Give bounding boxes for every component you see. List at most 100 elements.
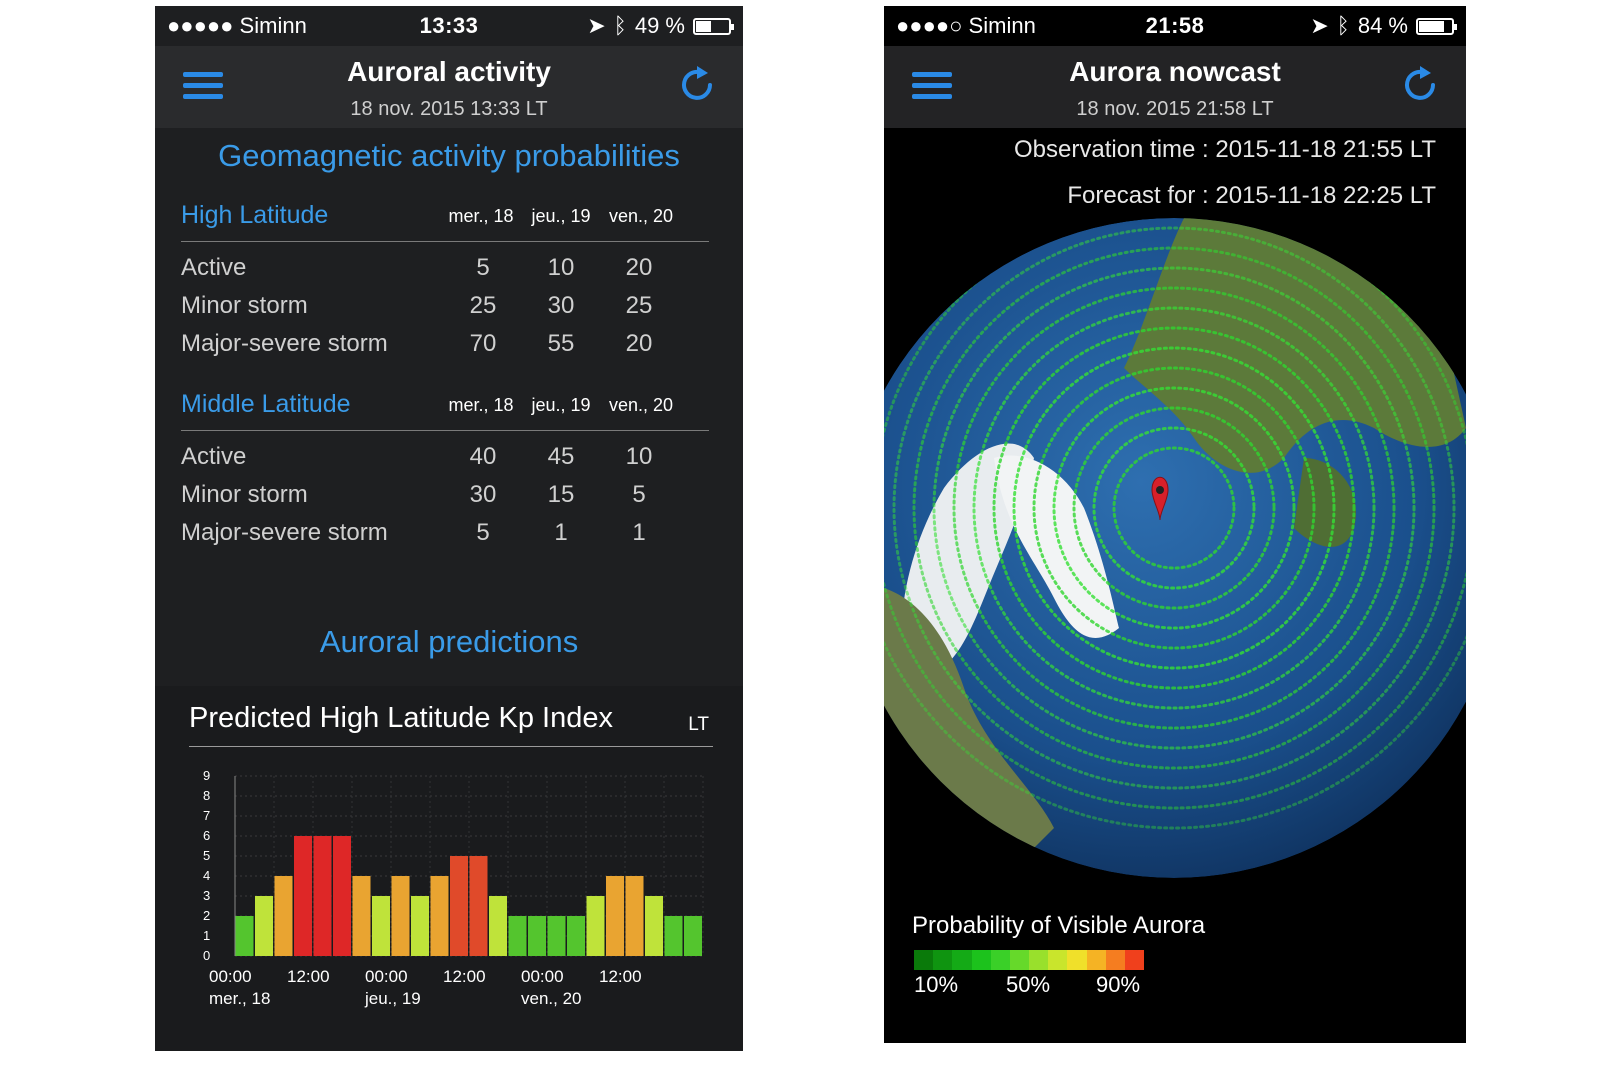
auroral-activity-screen: ●●●●● Siminn 13:33 ➤ ᛒ 49 % Auroral acti… xyxy=(155,6,743,1051)
cell-value: 5 xyxy=(476,254,490,281)
observation-time: Observation time : 2015-11-18 21:55 LT xyxy=(1013,136,1436,163)
row-label: Active xyxy=(181,443,247,470)
y-tick-label: 2 xyxy=(203,908,210,923)
y-tick-label: 6 xyxy=(203,828,210,843)
middle-latitude-header: Middle Latitude mer., 18 jeu., 19 ven., … xyxy=(181,390,709,431)
geomagnetic-title: Geomagnetic activity probabilities xyxy=(218,138,680,173)
aurora-globe-map[interactable] xyxy=(884,128,1466,908)
kp-bar xyxy=(606,876,624,956)
y-tick-label: 7 xyxy=(203,808,210,823)
kp-bar xyxy=(372,896,390,956)
kp-bar xyxy=(684,916,702,956)
cell-value: 25 xyxy=(469,292,497,319)
x-tick-time: 12:00 xyxy=(443,967,486,986)
cell-value: 30 xyxy=(547,292,575,319)
kp-bar xyxy=(645,896,663,956)
page-subtitle: 18 nov. 2015 21:58 LT xyxy=(1076,98,1274,120)
x-tick-time: 00:00 xyxy=(365,967,408,986)
day-header: jeu., 19 xyxy=(531,395,591,415)
kp-bar xyxy=(255,896,273,956)
page-subtitle: 18 nov. 2015 13:33 LT xyxy=(350,98,548,120)
aurora-nowcast-screen: ●●●●○ Siminn 21:58 ➤ ᛒ 84 % Aurora nowca… xyxy=(884,6,1466,1043)
cell-value: 20 xyxy=(625,254,653,281)
battery-fill xyxy=(1419,20,1445,32)
nav-bar: Auroral activity 18 nov. 2015 13:33 LT xyxy=(155,46,743,128)
day-header: mer., 18 xyxy=(448,206,514,226)
location-arrow-icon: ➤ xyxy=(587,13,606,38)
x-tick-day: ven., 20 xyxy=(521,989,582,1008)
table-row: Minor storm 25 30 25 xyxy=(181,292,709,330)
day-header: mer., 18 xyxy=(448,395,514,415)
kp-bar xyxy=(469,856,488,956)
cell-value: 30 xyxy=(469,481,497,508)
kp-bar xyxy=(450,856,468,956)
status-bar: ●●●●○ Siminn 21:58 ➤ ᛒ 84 % xyxy=(884,6,1466,46)
bluetooth-icon: ᛒ xyxy=(1336,13,1350,38)
cell-value: 40 xyxy=(469,443,497,470)
kp-bar xyxy=(430,876,449,956)
predictions-title: Auroral predictions xyxy=(319,624,579,659)
kp-bar xyxy=(333,836,351,956)
x-tick-day: mer., 18 xyxy=(209,989,270,1008)
table-row: Minor storm 30 15 5 xyxy=(181,481,709,519)
cell-value: 45 xyxy=(547,443,575,470)
y-tick-label: 8 xyxy=(203,788,210,803)
y-tick-label: 3 xyxy=(203,888,210,903)
cell-value: 20 xyxy=(625,330,653,357)
cell-value: 70 xyxy=(469,330,497,357)
probability-color-scale xyxy=(914,950,1145,970)
cell-value: 15 xyxy=(547,481,575,508)
y-tick-label: 0 xyxy=(203,948,210,963)
battery-percent: 49 % xyxy=(634,13,685,38)
y-tick-label: 5 xyxy=(203,848,210,863)
table-row: Active 5 10 20 xyxy=(181,254,709,292)
forecast-time: Forecast for : 2015-11-18 22:25 LT xyxy=(1067,182,1436,209)
battery-percent: 84 % xyxy=(1357,13,1408,38)
kp-bar xyxy=(625,876,644,956)
refresh-icon[interactable] xyxy=(1400,64,1442,106)
kp-chart-panel: Predicted High Latitude Kp Index LT 0 1 2 3… xyxy=(155,686,743,1051)
kp-bar xyxy=(313,836,332,956)
kp-bar xyxy=(294,836,312,956)
kp-bar xyxy=(489,896,507,956)
day-header: jeu., 19 xyxy=(531,206,591,226)
middle-latitude-title: Middle Latitude xyxy=(181,390,351,418)
x-tick-time: 12:00 xyxy=(287,967,330,986)
day-header: ven., 20 xyxy=(608,395,674,415)
kp-bar xyxy=(391,876,410,956)
row-label: Active xyxy=(181,254,247,281)
high-latitude-title: High Latitude xyxy=(181,201,329,229)
location-arrow-icon: ➤ xyxy=(1310,13,1329,38)
row-label: Major-severe storm xyxy=(181,519,388,546)
x-tick-time: 00:00 xyxy=(521,967,564,986)
legend-label: 90% xyxy=(1096,972,1141,997)
cell-value: 55 xyxy=(547,330,575,357)
row-label: Major-severe storm xyxy=(181,330,388,357)
kp-bar xyxy=(567,916,585,956)
row-label: Minor storm xyxy=(181,481,308,508)
chart-divider xyxy=(189,746,713,747)
battery-fill xyxy=(696,20,711,32)
x-tick-time: 12:00 xyxy=(599,967,642,986)
kp-bar xyxy=(528,916,546,956)
table-row: Active 40 45 10 xyxy=(181,443,709,481)
cell-value: 10 xyxy=(547,254,575,281)
legend-label: 50% xyxy=(1006,972,1051,997)
y-tick-label: 1 xyxy=(203,928,210,943)
cell-value: 1 xyxy=(554,519,568,546)
refresh-icon[interactable] xyxy=(677,64,719,106)
kp-bar xyxy=(235,916,254,956)
kp-bar xyxy=(508,916,527,956)
day-header: ven., 20 xyxy=(608,206,674,226)
legend-title: Probability of Visible Aurora xyxy=(912,912,1206,939)
kp-bar xyxy=(411,896,429,956)
x-tick-day: jeu., 19 xyxy=(364,989,421,1008)
battery-icon xyxy=(693,17,734,35)
cell-value: 25 xyxy=(625,292,653,319)
x-tick-time: 00:00 xyxy=(209,967,252,986)
cell-value: 1 xyxy=(632,519,646,546)
cell-value: 10 xyxy=(625,443,653,470)
page-title: Auroral activity xyxy=(347,56,551,87)
cell-value: 5 xyxy=(476,519,490,546)
row-label: Minor storm xyxy=(181,292,308,319)
